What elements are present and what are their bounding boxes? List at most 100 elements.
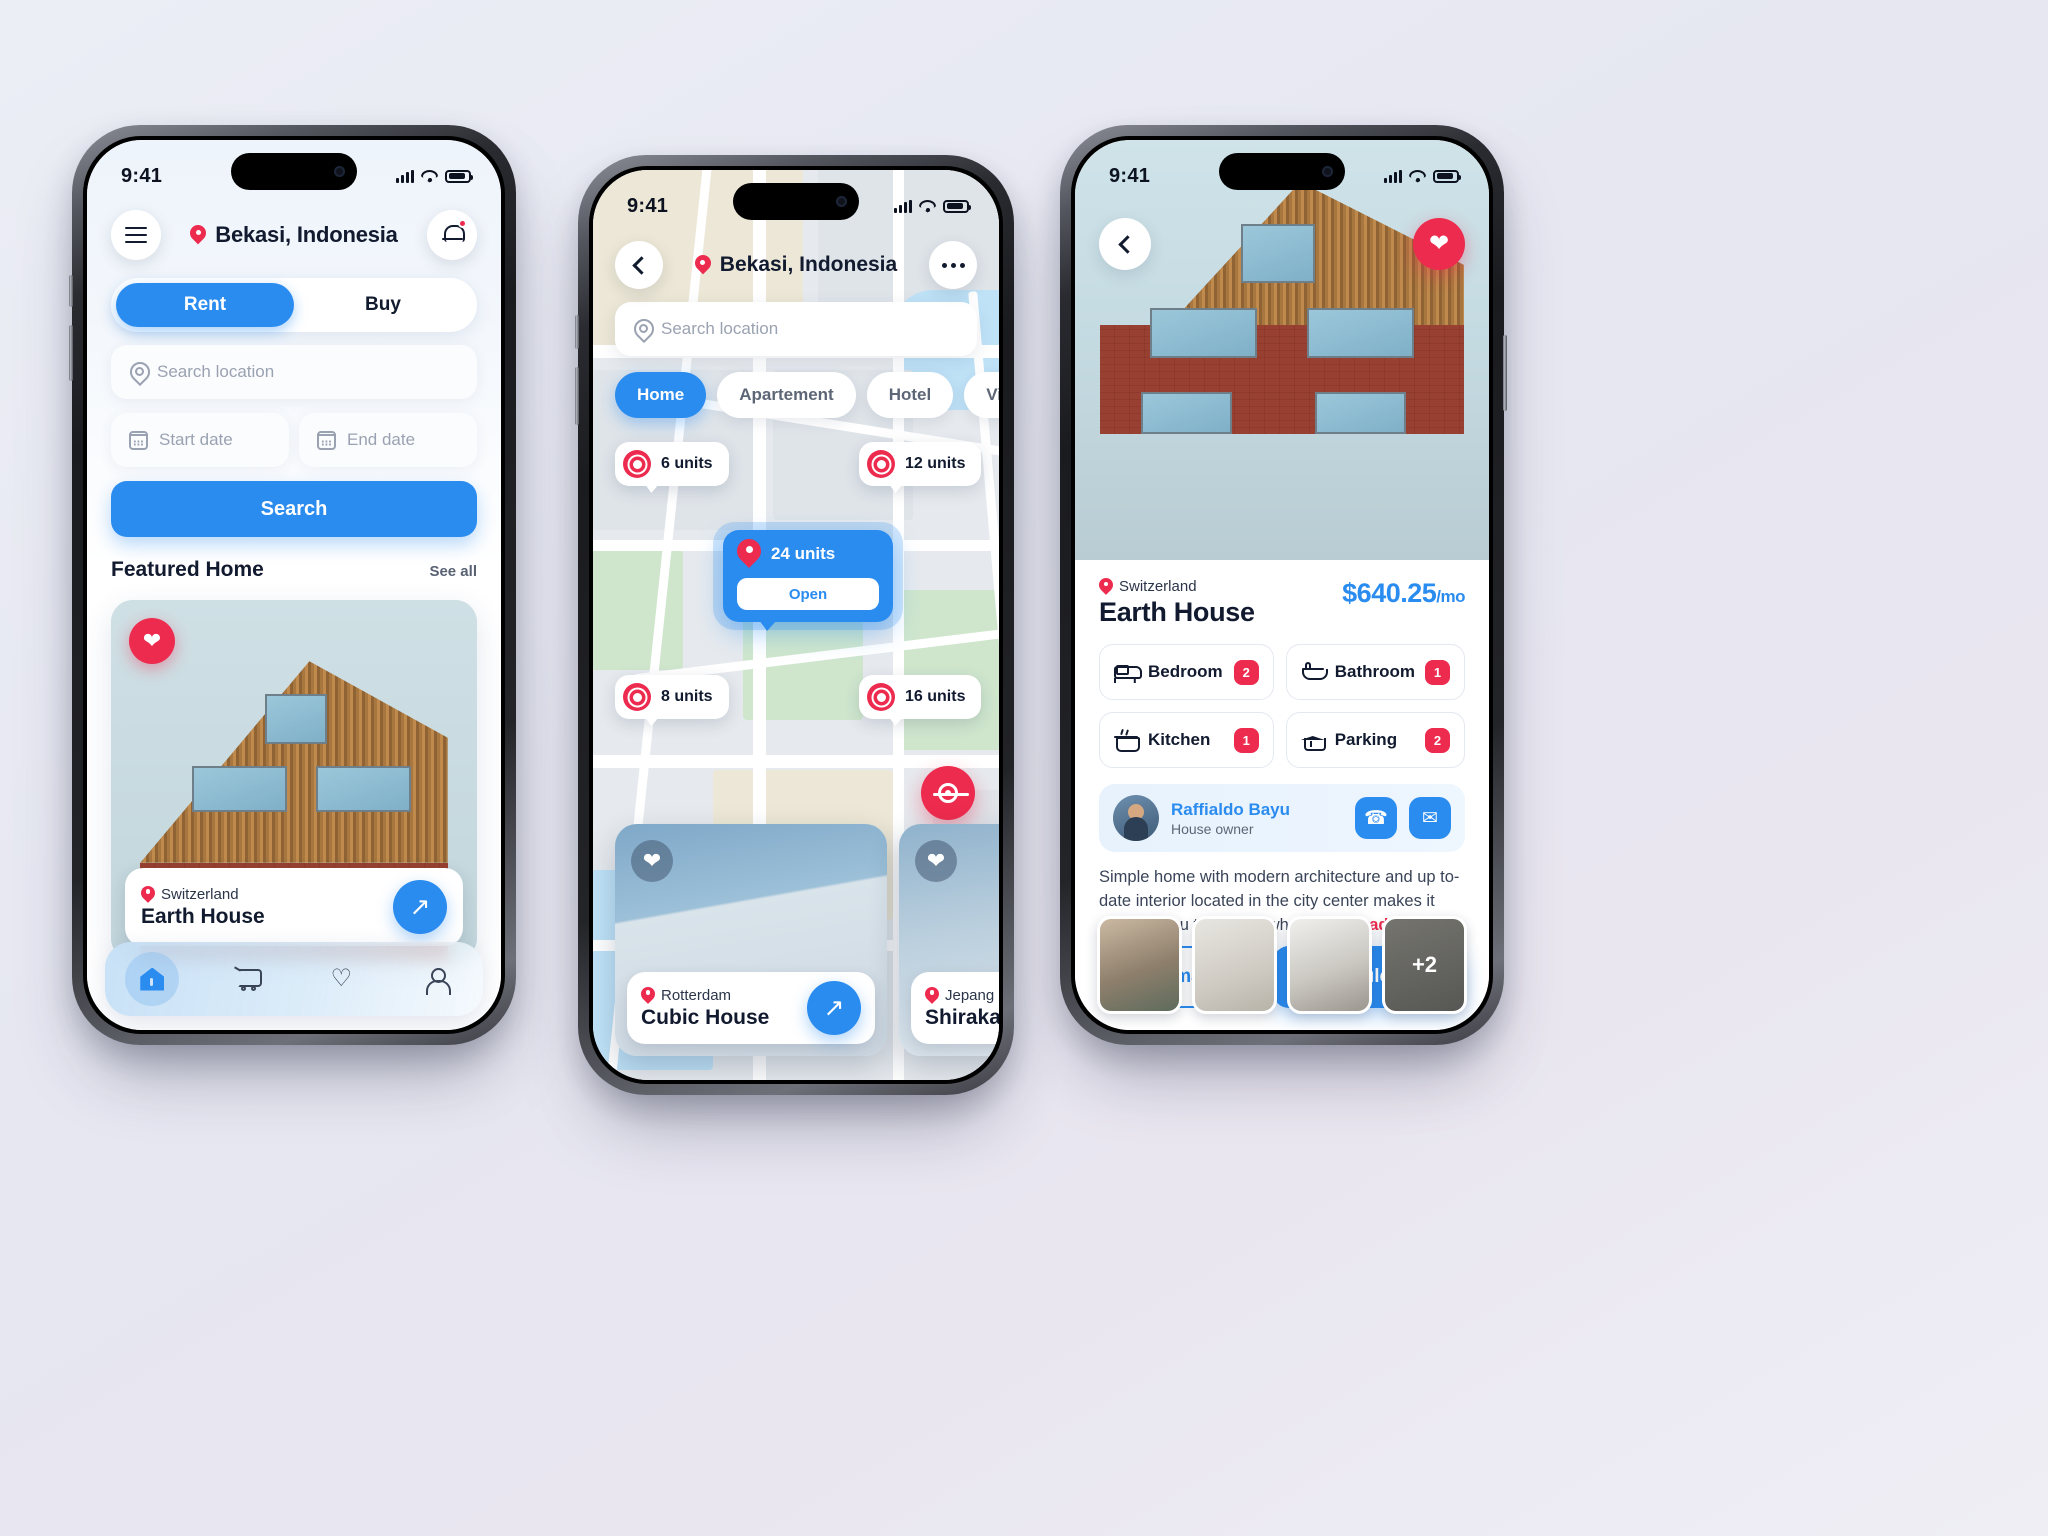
property-info-bar: Switzerland Earth House ↗ <box>125 868 463 946</box>
chip-apartement[interactable]: Apartement <box>717 372 856 418</box>
window <box>315 765 412 813</box>
front-camera-icon <box>836 196 847 207</box>
kitchen-thumb[interactable] <box>1287 916 1372 1014</box>
parking-icon <box>1301 729 1326 751</box>
tab-favorites[interactable]: ♡ <box>314 952 368 1006</box>
bedroom-thumb[interactable] <box>1097 916 1182 1014</box>
locate-icon <box>933 783 969 803</box>
property-location: Switzerland <box>161 885 239 903</box>
location-pin-icon <box>695 255 711 275</box>
chip-villa[interactable]: Villa <box>964 372 999 418</box>
window <box>1240 224 1316 283</box>
volume-down-button[interactable] <box>575 367 579 425</box>
window <box>264 693 327 744</box>
location-label: Bekasi, Indonesia <box>215 222 398 247</box>
phone-icon: ☎ <box>1364 807 1388 829</box>
rent-buy-segmented-control: Rent Buy <box>111 278 477 332</box>
open-property-button[interactable]: ↗ <box>393 880 447 934</box>
living-thumb[interactable] <box>1192 916 1277 1014</box>
menu-button[interactable] <box>111 210 161 260</box>
front-camera-icon <box>1322 166 1333 177</box>
tab-home[interactable] <box>125 952 180 1006</box>
back-button[interactable] <box>1099 218 1151 270</box>
battery-icon <box>943 199 971 213</box>
heart-icon: ❤ <box>1428 230 1450 257</box>
call-owner-button[interactable]: ☎ <box>1355 797 1397 839</box>
feature-count: 2 <box>1425 727 1450 753</box>
chip-hotel[interactable]: Hotel <box>866 372 954 418</box>
see-all-link[interactable]: See all <box>429 563 477 580</box>
map-marker[interactable]: 16 units <box>859 675 982 719</box>
chat-owner-button[interactable]: ✉ <box>1409 797 1451 839</box>
property-title: Earth House <box>1099 597 1255 627</box>
phone-home-screen: 9:41 Bekasi, Indonesia Rent Buy Search l… <box>69 125 516 1045</box>
back-button[interactable] <box>615 241 663 289</box>
location-pin-icon <box>190 225 206 245</box>
window <box>1149 308 1258 359</box>
property-info-bar: Rotterdam Cubic House ↗ <box>627 972 875 1044</box>
tab-profile[interactable] <box>409 952 463 1006</box>
heart-icon: ♡ <box>330 965 352 992</box>
property-location: Switzerland <box>1119 578 1197 595</box>
open-property-button[interactable]: ↗ <box>807 981 861 1035</box>
volume-up-button[interactable] <box>575 315 579 349</box>
price-unit: /mo <box>1436 587 1465 606</box>
tab-cart[interactable] <box>220 952 274 1006</box>
chevron-left-icon <box>631 255 651 275</box>
volume-down-button[interactable] <box>69 325 73 381</box>
map-property-card[interactable]: ❤ Jepang Shirakawa <box>899 824 999 1056</box>
feature-count: 1 <box>1425 659 1450 685</box>
volume-up-button[interactable] <box>69 275 73 307</box>
featured-property-card[interactable]: ❤ Switzerland Earth House ↗ <box>111 600 477 960</box>
tab-rent[interactable]: Rent <box>116 283 294 327</box>
selected-map-marker[interactable]: 24 units Open <box>723 530 893 622</box>
avatar <box>1113 795 1159 841</box>
more-horizontal-icon <box>941 262 965 268</box>
marker-label: 6 units <box>661 455 713 472</box>
location-pin-icon <box>1099 578 1113 595</box>
signal-icon <box>1384 169 1402 183</box>
tab-buy[interactable]: Buy <box>294 283 472 327</box>
map-marker[interactable]: 12 units <box>859 442 982 486</box>
favorite-button[interactable]: ❤ <box>129 618 175 664</box>
start-date-input[interactable]: Start date <box>111 413 289 467</box>
search-location-input[interactable]: Search location <box>615 302 977 356</box>
power-button[interactable] <box>1503 335 1507 411</box>
search-location-input[interactable]: Search location <box>111 345 477 399</box>
garage-thumb[interactable]: +2 <box>1382 916 1467 1014</box>
feature-label: Parking <box>1334 730 1398 749</box>
more-options-button[interactable] <box>929 241 977 289</box>
search-placeholder: Search location <box>661 319 779 338</box>
locate-me-button[interactable] <box>921 766 975 820</box>
end-date-input[interactable]: End date <box>299 413 477 467</box>
favorite-button[interactable]: ❤ <box>631 840 673 882</box>
status-time: 9:41 <box>121 164 163 187</box>
search-button[interactable]: Search <box>111 481 477 537</box>
location-pin-icon <box>633 319 650 339</box>
marker-open-button[interactable]: Open <box>737 578 879 610</box>
location-display[interactable]: Bekasi, Indonesia <box>171 222 417 248</box>
feature-label: Kitchen <box>1148 730 1211 749</box>
chevron-left-icon <box>1117 234 1137 254</box>
heart-icon: ❤ <box>142 628 162 653</box>
favorite-button[interactable]: ❤ <box>1413 218 1465 270</box>
dynamic-island <box>733 183 859 220</box>
map-pin-icon <box>867 683 895 711</box>
map-marker[interactable]: 8 units <box>615 675 729 719</box>
signal-icon <box>396 169 414 183</box>
owner-name[interactable]: Raffialdo Bayu <box>1171 800 1343 820</box>
feature-grid: Bedroom 2 Bathroom 1 Kitchen 1 Parking 2 <box>1099 644 1465 768</box>
location-display[interactable]: Bekasi, Indonesia <box>673 253 919 277</box>
property-name: Shirakawa <box>925 1005 999 1029</box>
map-marker[interactable]: 6 units <box>615 442 729 486</box>
favorite-button[interactable]: ❤ <box>915 840 957 882</box>
feature-parking: Parking 2 <box>1285 712 1465 768</box>
house-gable <box>140 661 448 863</box>
feature-count: 2 <box>1233 659 1259 685</box>
start-date-placeholder: Start date <box>159 430 233 449</box>
window <box>1141 392 1233 434</box>
chip-home[interactable]: Home <box>615 372 707 418</box>
feature-count: 1 <box>1233 727 1259 753</box>
notifications-button[interactable] <box>427 210 477 260</box>
map-property-card[interactable]: ❤ Rotterdam Cubic House ↗ <box>615 824 887 1056</box>
